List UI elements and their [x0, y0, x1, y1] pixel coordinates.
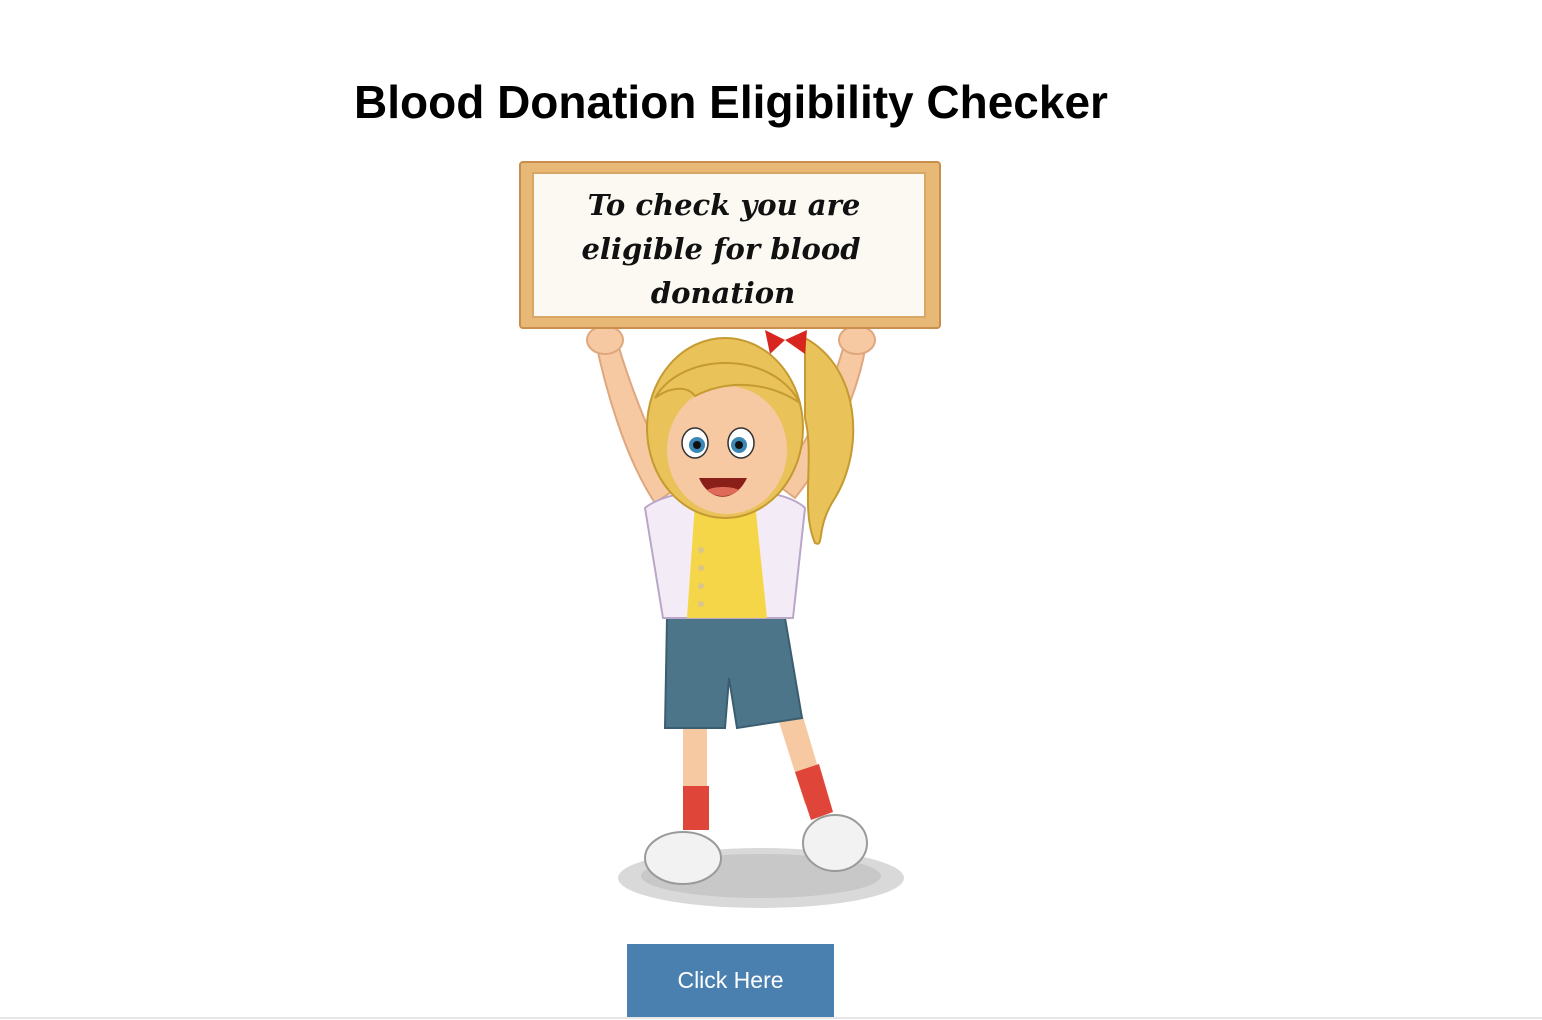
page-title: Blood Donation Eligibility Checker [354, 76, 1108, 128]
sign-line-2: eligible for blood [581, 232, 860, 266]
click-here-button[interactable]: Click Here [627, 944, 834, 1017]
bottom-divider [0, 1017, 1542, 1019]
page: Blood Donation Eligibility Checker To ch… [0, 0, 1542, 1020]
girl-holding-sign-illustration: To check you are eligible for blood dona… [519, 161, 941, 908]
sign-line-3: donation [651, 276, 795, 310]
sign-line-1: To check you are [588, 188, 861, 222]
